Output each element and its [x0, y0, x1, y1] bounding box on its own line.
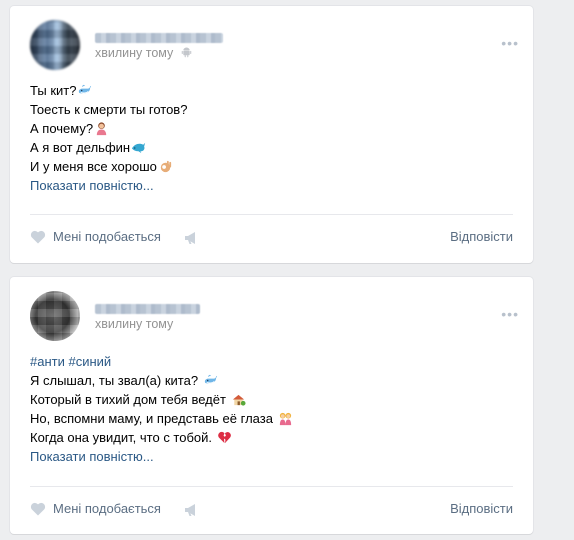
post-line: А я вот дельфин [30, 138, 513, 157]
post-line: А почему? [30, 119, 513, 138]
post-line: И у меня все хорошо [30, 157, 513, 176]
author-name-redacted[interactable] [95, 33, 223, 43]
divider [30, 486, 513, 487]
post-line: Когда она увидит, что с тобой. [30, 428, 513, 447]
post-line: Но, вспомни маму, и представь её глаза [30, 409, 513, 428]
post-card: хвилину тому ••• #анти #синий Я слышал, … [10, 277, 533, 534]
post-actions: Мені подобається Відповісти [30, 229, 513, 249]
timestamp-text: хвилину тому [95, 46, 174, 60]
like-button[interactable]: Мені подобається [30, 229, 161, 244]
heart-icon [30, 230, 46, 243]
megaphone-icon [185, 504, 195, 516]
whale-emoji-icon [79, 84, 92, 94]
post-line: #анти #синий [30, 352, 513, 371]
share-button[interactable] [184, 503, 200, 520]
girls-emoji-icon [279, 412, 291, 426]
post-timestamp[interactable]: хвилину тому [95, 46, 192, 60]
show-more-link[interactable]: Показати повністю... [30, 176, 513, 195]
reply-button[interactable]: Відповісти [450, 501, 513, 516]
post-line: Тоесть к смерти ты готов? [30, 102, 188, 117]
hashtags[interactable]: #анти #синий [30, 354, 111, 369]
house-with-garden-emoji-icon [232, 394, 246, 406]
post-line: Я слышал, ты звал(а) кита? [30, 371, 513, 390]
whale-emoji-icon [204, 374, 217, 384]
avatar[interactable] [30, 291, 80, 341]
post-line: Который в тихий дом тебя ведёт [30, 390, 513, 409]
post-menu-ellipsis-icon[interactable]: ••• [501, 306, 519, 322]
like-button[interactable]: Мені подобається [30, 501, 161, 516]
share-button[interactable] [184, 231, 200, 248]
dolphin-emoji-icon [132, 142, 146, 154]
reply-button[interactable]: Відповісти [450, 229, 513, 244]
show-more-link[interactable]: Показати повністю... [30, 447, 513, 466]
post-menu-ellipsis-icon[interactable]: ••• [501, 35, 519, 51]
broken-heart-emoji-icon [217, 431, 231, 444]
post-actions: Мені подобається Відповісти [30, 501, 513, 521]
megaphone-icon [185, 232, 195, 244]
avatar[interactable] [30, 20, 80, 70]
android-icon [181, 47, 192, 58]
timestamp-text: хвилину тому [95, 317, 174, 331]
ok-hand-emoji-icon [160, 160, 171, 173]
post-line: Ты кит? [30, 81, 513, 100]
post-card: хвилину тому ••• Ты кит? Тоесть к смерти… [10, 6, 533, 263]
post-text: Ты кит? Тоесть к смерти ты готов? А поче… [30, 81, 513, 195]
post-text: #анти #синий Я слышал, ты звал(а) кита? … [30, 352, 513, 466]
heart-icon [30, 502, 46, 515]
author-name-redacted[interactable] [95, 304, 200, 314]
like-label: Мені подобається [53, 229, 161, 244]
divider [30, 214, 513, 215]
like-label: Мені подобається [53, 501, 161, 516]
post-timestamp[interactable]: хвилину тому [95, 317, 173, 331]
woman-shrugging-emoji-icon [96, 122, 107, 136]
